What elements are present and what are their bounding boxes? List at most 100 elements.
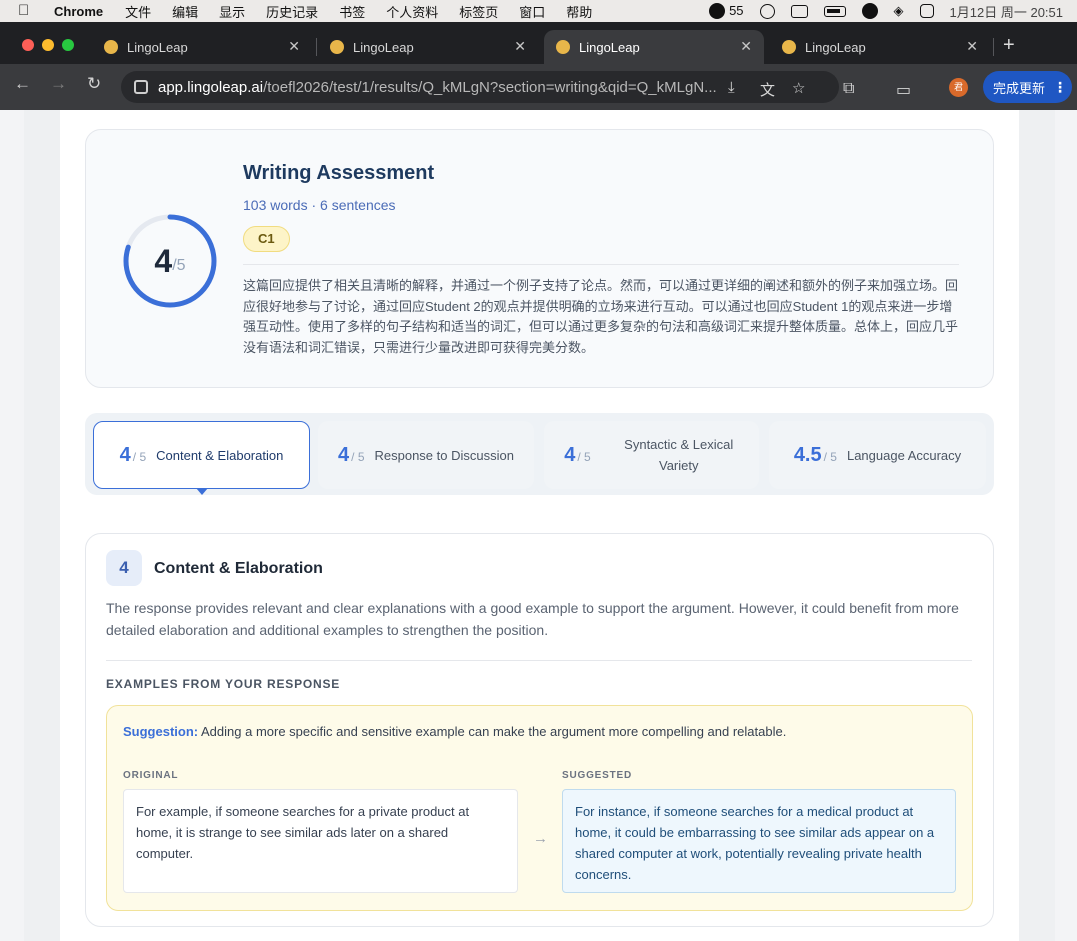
browser-tab[interactable]: LingoLeap ✕ — [318, 30, 538, 64]
zoom-window-button[interactable] — [62, 39, 74, 51]
close-tab-icon[interactable]: ✕ — [514, 38, 526, 55]
back-icon[interactable]: ← — [14, 74, 31, 94]
cefr-level-badge: C1 — [243, 226, 290, 252]
page-gutter-left — [24, 110, 60, 941]
criterion-score-max: / 5 — [132, 449, 147, 464]
criterion-score-value: 4 — [564, 443, 576, 466]
battery-icon[interactable] — [823, 5, 846, 17]
suggestion-text: Adding a more specific and sensitive exa… — [201, 724, 787, 739]
writing-assessment-card: 4 /5 Writing Assessment 103 words · 6 se… — [85, 129, 994, 388]
suggested-label: SUGGESTED — [562, 770, 632, 781]
menubar-status-area: 55 ◈ 1月12日 周一 20:51 — [709, 0, 1063, 22]
new-tab-icon[interactable]: + — [1003, 34, 1015, 57]
divider — [243, 264, 959, 265]
forward-icon[interactable]: → — [50, 74, 67, 94]
menu-item-view[interactable]: 显示 — [219, 2, 245, 21]
more-menu-icon[interactable]: ⋮ — [1053, 79, 1067, 96]
update-button[interactable]: 完成更新 ⋮ — [983, 71, 1072, 103]
criterion-label: Language Accuracy — [846, 447, 962, 463]
install-app-icon[interactable]: ⤓ — [728, 79, 735, 96]
criterion-label: Content & Elaboration — [156, 447, 284, 463]
criterion-detail-score: 4 — [106, 550, 142, 586]
address-bar[interactable]: app.lingoleap.ai/toefl2026/test/1/result… — [121, 71, 839, 103]
window-icon[interactable] — [790, 4, 808, 18]
criterion-score: 4 / 5 — [338, 444, 364, 467]
tab-divider — [316, 38, 317, 56]
menu-item-bookmarks[interactable]: 书签 — [339, 2, 365, 21]
lingoleap-favicon — [782, 40, 796, 54]
url-host: app.lingoleap.ai — [158, 78, 264, 96]
suggestion-label: Suggestion: — [123, 724, 199, 739]
site-settings-icon[interactable] — [134, 80, 148, 94]
minimize-window-button[interactable] — [42, 39, 54, 51]
tab-title: LingoLeap — [805, 39, 866, 55]
url-path: /toefl2026/test/1/results/Q_kMLgN?sectio… — [263, 78, 717, 96]
active-tab-pointer — [196, 488, 208, 495]
lingoleap-favicon — [330, 40, 344, 54]
play-icon[interactable] — [759, 3, 775, 19]
reload-icon[interactable]: ↻ — [87, 74, 101, 94]
criteria-tabs: 4 / 5 Content & Elaboration 4 / 5 Respon… — [85, 413, 994, 495]
tab-response-to-discussion[interactable]: 4 / 5 Response to Discussion — [318, 421, 534, 489]
criterion-score: 4.5 / 5 — [794, 444, 837, 467]
close-window-button[interactable] — [22, 39, 34, 51]
menu-app-name[interactable]: Chrome — [54, 4, 103, 19]
tab-title: LingoLeap — [353, 39, 414, 55]
menu-item-help[interactable]: 帮助 — [566, 2, 592, 21]
page-gutter-right — [1019, 110, 1055, 941]
bookmark-star-icon[interactable]: ☆ — [792, 79, 805, 97]
browser-toolbar: ← → ↻ app.lingoleap.ai/toefl2026/test/1/… — [0, 64, 1077, 110]
criterion-score-max: / 5 — [577, 449, 591, 464]
tab-language-accuracy[interactable]: 4.5 / 5 Language Accuracy — [769, 421, 986, 489]
menu-item-window[interactable]: 窗口 — [519, 2, 545, 21]
tab-divider — [993, 38, 994, 56]
extensions-icon[interactable]: ⧉ — [843, 80, 854, 98]
control-center-icon[interactable] — [919, 4, 934, 18]
suggestion-panel: Suggestion: Adding a more specific and s… — [106, 705, 973, 911]
examples-heading: EXAMPLES FROM YOUR RESPONSE — [106, 677, 341, 691]
macos-menu-bar:  Chrome 文件 编辑 显示 历史记录 书签 个人资料 标签页 窗口 帮助… — [0, 0, 1077, 22]
url-text[interactable]: app.lingoleap.ai/toefl2026/test/1/result… — [158, 79, 718, 96]
criterion-detail-description: The response provides relevant and clear… — [106, 600, 959, 638]
reading-mode-icon[interactable]: ▭ — [896, 80, 911, 100]
criterion-score: 4 / 5 — [564, 444, 590, 467]
profile-avatar[interactable]: 君 — [949, 78, 968, 97]
criterion-score: 4 / 5 — [120, 444, 146, 467]
tab-content-elaboration[interactable]: 4 / 5 Content & Elaboration — [93, 421, 310, 489]
menubar-clock[interactable]: 1月12日 周一 20:51 — [950, 2, 1063, 21]
lingoleap-favicon — [556, 40, 570, 54]
browser-tab[interactable]: LingoLeap ✕ — [770, 30, 990, 64]
close-tab-icon[interactable]: ✕ — [740, 38, 752, 55]
close-tab-icon[interactable]: ✕ — [288, 38, 300, 55]
menu-item-history[interactable]: 历史记录 — [266, 2, 318, 21]
menu-item-tabs[interactable]: 标签页 — [459, 2, 498, 21]
original-text-box: For example, if someone searches for a p… — [123, 789, 518, 893]
tab-title: LingoLeap — [127, 39, 188, 55]
menu-item-edit[interactable]: 编辑 — [172, 2, 198, 21]
wechat-icon — [709, 3, 726, 20]
criterion-score-max: / 5 — [823, 449, 837, 464]
wechat-status[interactable]: 55 — [709, 3, 744, 20]
menu-item-profiles[interactable]: 个人资料 — [386, 2, 438, 21]
close-tab-icon[interactable]: ✕ — [966, 38, 978, 55]
update-label: 完成更新 — [993, 80, 1046, 96]
page-viewport: 4 /5 Writing Assessment 103 words · 6 se… — [0, 110, 1077, 941]
browser-tab-bar: LingoLeap ✕ LingoLeap ✕ LingoLeap ✕ Ling… — [0, 22, 1077, 64]
suggestion-line: Suggestion: Adding a more specific and s… — [123, 724, 786, 739]
menu-item-file[interactable]: 文件 — [125, 2, 151, 21]
original-label: ORIGINAL — [123, 770, 179, 781]
tab-title: LingoLeap — [579, 39, 640, 55]
arrow-right-icon: → — [533, 830, 548, 847]
browser-tab-active[interactable]: LingoLeap ✕ — [544, 30, 764, 64]
wifi-icon[interactable]: ◈ — [894, 3, 904, 19]
criterion-score-value: 4 — [119, 443, 131, 466]
translate-icon[interactable]: 文 — [760, 79, 775, 100]
apple-icon[interactable]:  — [18, 0, 36, 22]
criterion-detail-title: Content & Elaboration — [154, 560, 323, 577]
vpn-icon[interactable] — [861, 3, 878, 19]
overall-score: 4 /5 — [122, 213, 218, 309]
tab-syntactic-lexical-variety[interactable]: 4 / 5 Syntactic & Lexical Variety — [544, 421, 759, 489]
criterion-score-value: 4 — [338, 443, 350, 466]
criterion-detail-card: 4 Content & Elaboration The response pro… — [85, 533, 994, 927]
browser-tab[interactable]: LingoLeap ✕ — [92, 30, 312, 64]
